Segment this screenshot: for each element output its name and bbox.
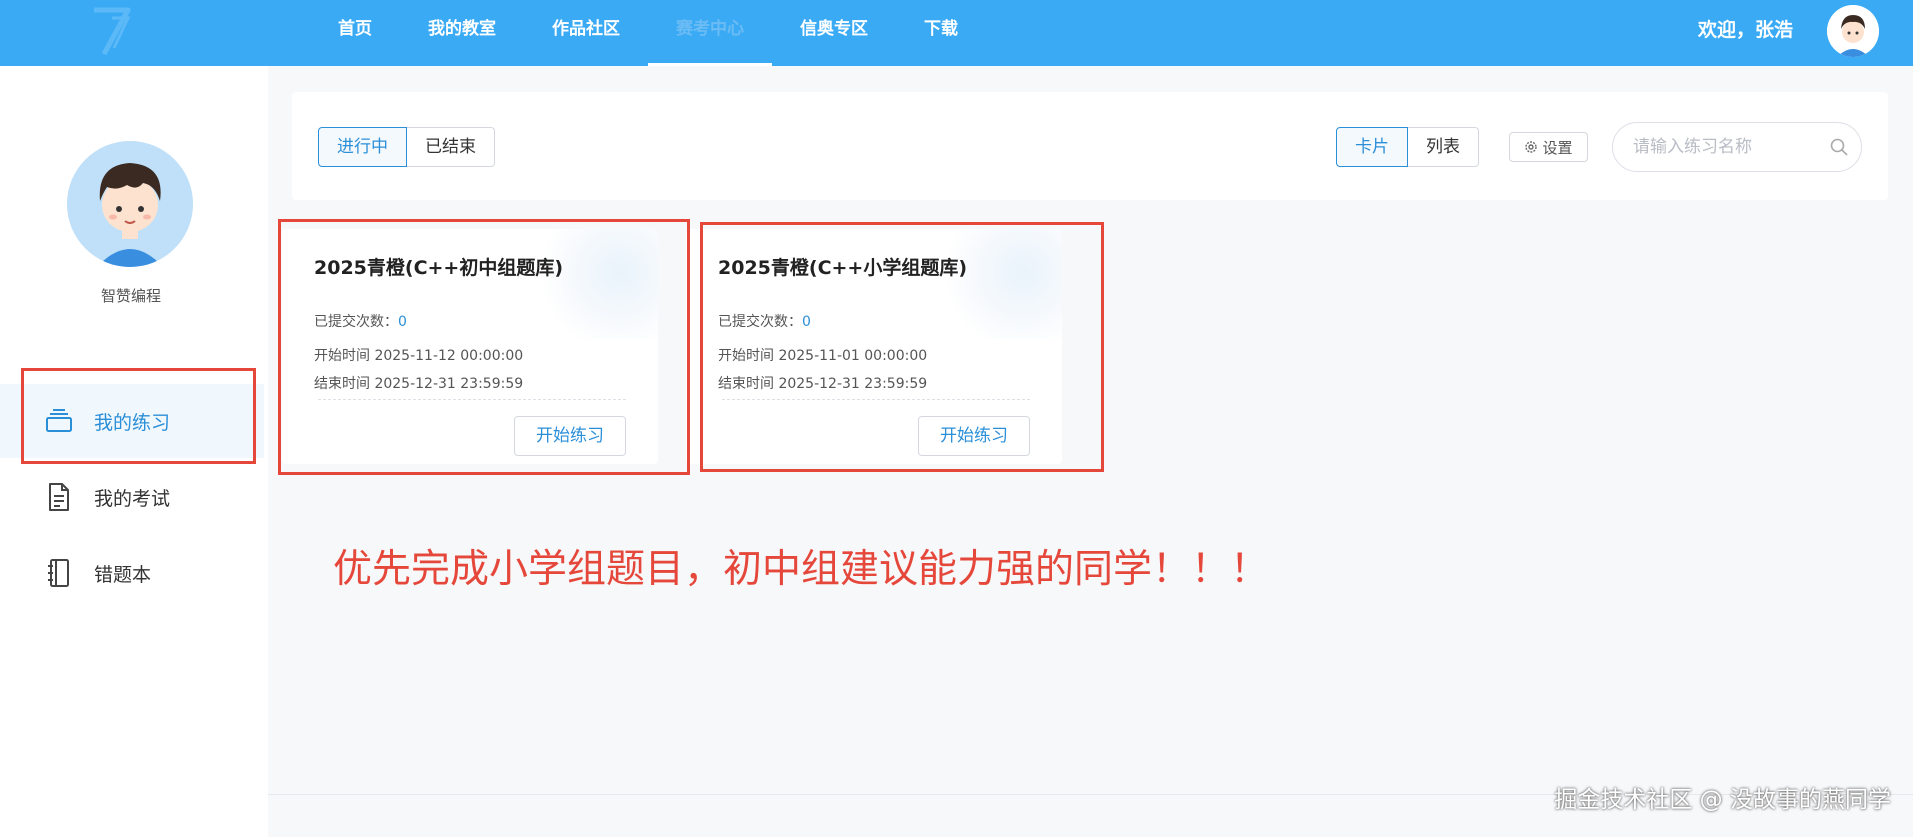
settings-button[interactable]: 设置 — [1509, 132, 1588, 162]
view-list-button[interactable]: 列表 — [1408, 127, 1479, 167]
gear-icon — [1525, 141, 1538, 153]
menu-item-my-exam[interactable]: 我的考试 — [0, 460, 264, 534]
annotation-box-card-2 — [700, 222, 1104, 472]
view-toggle: 卡片 列表 — [1336, 127, 1479, 167]
nav-item-my-classroom[interactable]: 我的教室 — [400, 0, 524, 66]
tab-finished[interactable]: 已结束 — [407, 127, 495, 167]
menu-item-label: 我的考试 — [94, 487, 171, 510]
annotation-note: 优先完成小学组题目，初中组建议能力强的同学！！！ — [333, 547, 1270, 592]
logo[interactable] — [84, 2, 138, 60]
nav-item-olympiad[interactable]: 信奥专区 — [772, 0, 896, 66]
profile-name: 智赞编程 — [100, 287, 161, 305]
tab-in-progress[interactable]: 进行中 — [318, 127, 407, 167]
menu-item-wrong-questions[interactable]: 错题本 — [0, 536, 264, 610]
user-avatar[interactable] — [1827, 5, 1879, 57]
menu-item-label: 错题本 — [94, 563, 152, 586]
watermark: 掘金技术社区 @ 没故事的燕同学 — [1554, 787, 1891, 813]
nav-item-download[interactable]: 下载 — [896, 0, 986, 66]
profile-avatar — [67, 141, 193, 267]
document-icon — [46, 482, 72, 512]
view-card-button[interactable]: 卡片 — [1336, 127, 1408, 167]
top-navbar: 首页 我的教室 作品社区 赛考中心 信奥专区 下载 欢迎，张浩 — [0, 0, 1913, 66]
search-icon[interactable] — [1829, 137, 1849, 157]
status-tabs: 进行中 已结束 — [318, 127, 495, 167]
search-input[interactable] — [1633, 123, 1823, 171]
nav-item-community[interactable]: 作品社区 — [524, 0, 648, 66]
annotation-box-card-1 — [278, 219, 690, 475]
nav-item-home[interactable]: 首页 — [310, 0, 400, 66]
settings-label: 设置 — [1542, 138, 1573, 157]
annotation-box-sidebar — [21, 368, 256, 464]
main-nav: 首页 我的教室 作品社区 赛考中心 信奥专区 下载 — [310, 0, 986, 66]
nav-item-exam-center[interactable]: 赛考中心 — [648, 0, 772, 66]
search-box — [1612, 122, 1862, 172]
welcome-text: 欢迎，张浩 — [1697, 19, 1793, 41]
notebook-icon — [46, 558, 72, 588]
filter-toolbar: 进行中 已结束 卡片 列表 设置 — [292, 92, 1888, 200]
